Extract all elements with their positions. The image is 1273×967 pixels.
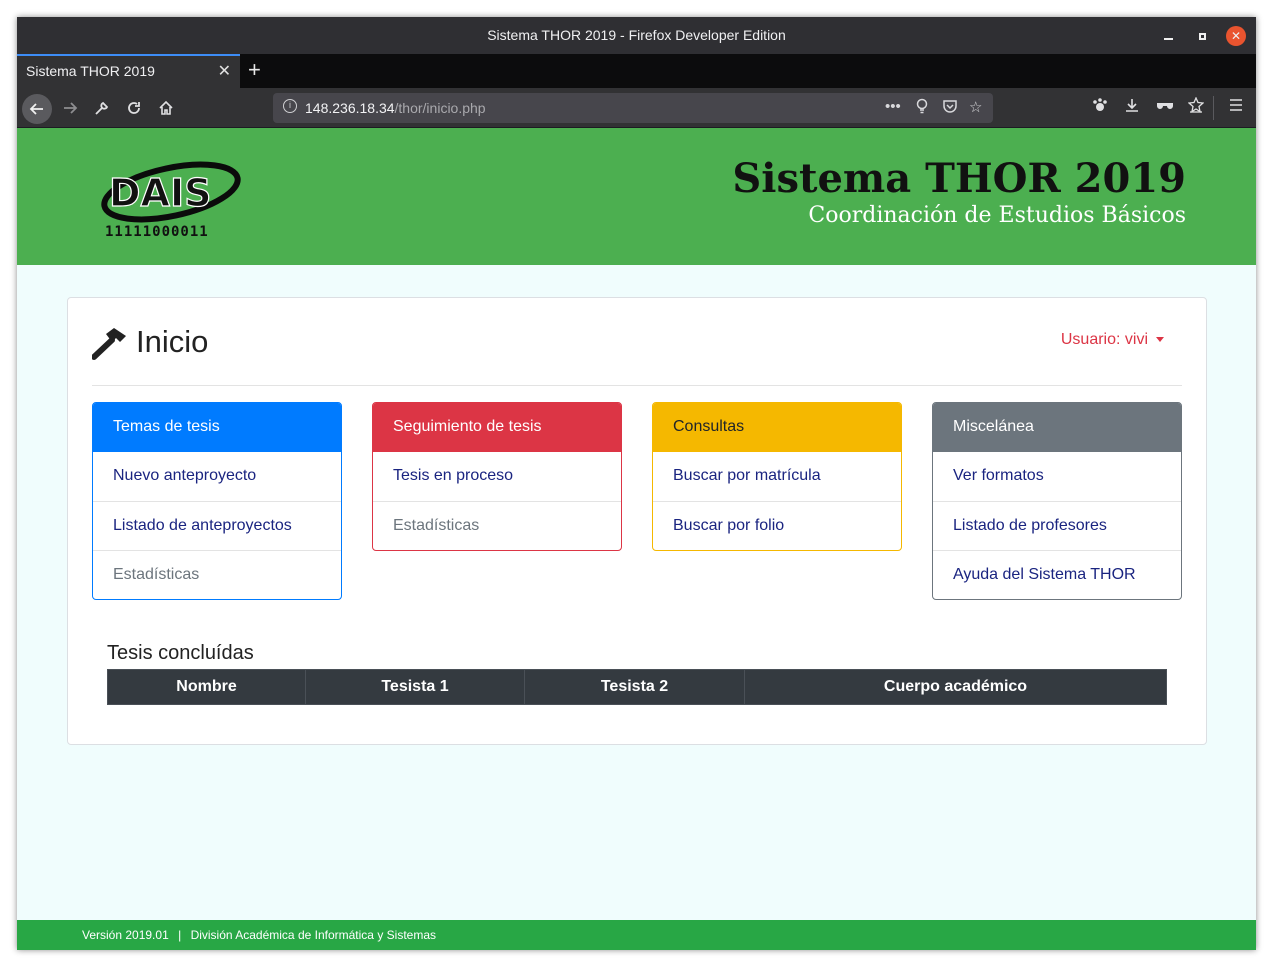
link-tesis-en-proceso[interactable]: Tesis en proceso — [373, 452, 621, 501]
link-estadisticas-temas[interactable]: Estadísticas — [93, 550, 341, 599]
tab-sistema-thor[interactable]: Sistema THOR 2019 ✕ — [17, 54, 240, 88]
header-title-block: Sistema THOR 2019 Coordinación de Estudi… — [732, 156, 1186, 230]
main-card: Inicio Usuario: vivi Temas de tesis Nuev… — [67, 297, 1207, 745]
home-icon — [159, 100, 173, 115]
star-list-icon[interactable] — [1187, 96, 1205, 117]
forward-button[interactable] — [58, 96, 82, 120]
close-window-button[interactable]: ✕ — [1226, 26, 1246, 46]
footer-version: Versión 2019.01 — [82, 928, 169, 942]
tab-label: Sistema THOR 2019 — [26, 63, 155, 79]
page-title: Inicio — [136, 324, 209, 359]
minimize-icon — [1163, 38, 1173, 40]
navigation-toolbar: i 148.236.18.34/thor/inicio.php ••• ☆ — [17, 88, 1256, 128]
window-title: Sistema THOR 2019 - Firefox Developer Ed… — [487, 27, 786, 43]
url-host: 148.236.18.34 — [305, 100, 395, 116]
maximize-icon — [1198, 32, 1206, 40]
site-header: DAIS 11111000011 Sistema THOR 2019 Coord… — [17, 128, 1256, 265]
browser-window: Sistema THOR 2019 - Firefox Developer Ed… — [17, 17, 1256, 950]
maximize-button[interactable] — [1192, 26, 1212, 46]
menu-icon[interactable] — [1228, 97, 1244, 117]
link-listado-de-anteproyectos[interactable]: Listado de anteproyectos — [93, 501, 341, 550]
mask-icon[interactable] — [1156, 97, 1174, 117]
tesis-concluidas-table: Nombre Tesista 1 Tesista 2 Cuerpo académ… — [107, 669, 1167, 705]
panel-temas-de-tesis: Temas de tesis Nuevo anteproyecto Listad… — [92, 402, 342, 600]
panel-header: Temas de tesis — [93, 403, 341, 452]
site-subtitle: Coordinación de Estudios Básicos — [808, 203, 1186, 228]
minimize-button[interactable] — [1158, 26, 1178, 46]
more-dots-icon[interactable]: ••• — [885, 98, 901, 115]
user-dropdown[interactable]: Usuario: vivi — [1061, 331, 1164, 349]
column-header-tesista-2[interactable]: Tesista 2 — [524, 669, 745, 705]
site-footer: Versión 2019.01 | División Académica de … — [17, 920, 1256, 950]
close-tab-icon[interactable]: ✕ — [218, 61, 231, 81]
link-listado-de-profesores[interactable]: Listado de profesores — [933, 501, 1181, 550]
panel-consultas: Consultas Buscar por matrícula Buscar po… — [652, 402, 902, 551]
table-title: Tesis concluídas — [107, 642, 254, 664]
footer-separator: | — [178, 928, 182, 942]
panel-header: Miscelánea — [933, 403, 1181, 452]
tab-strip: Sistema THOR 2019 ✕ + — [17, 54, 1256, 88]
column-header-nombre[interactable]: Nombre — [107, 669, 306, 705]
logo-text: DAIS — [109, 171, 211, 215]
link-buscar-por-matricula[interactable]: Buscar por matrícula — [653, 452, 901, 501]
new-tab-button[interactable]: + — [248, 57, 261, 83]
url-bar[interactable]: i 148.236.18.34/thor/inicio.php ••• ☆ — [273, 93, 993, 123]
back-button[interactable] — [22, 94, 52, 124]
paw-icon[interactable] — [1092, 97, 1108, 117]
reload-icon — [128, 102, 140, 114]
panel-header: Consultas — [653, 403, 901, 452]
arrow-right-icon — [64, 102, 78, 114]
site-info-icon[interactable]: i — [283, 99, 297, 113]
link-estadisticas-seguimiento[interactable]: Estadísticas — [373, 501, 621, 550]
link-nuevo-anteproyecto[interactable]: Nuevo anteproyecto — [93, 452, 341, 501]
lightbulb-icon[interactable] — [915, 98, 929, 118]
panel-miscelanea: Miscelánea Ver formatos Listado de profe… — [932, 402, 1182, 600]
star-icon[interactable]: ☆ — [969, 98, 982, 116]
link-buscar-por-folio[interactable]: Buscar por folio — [653, 501, 901, 550]
table-header-row: Nombre Tesista 1 Tesista 2 Cuerpo académ… — [107, 669, 1167, 705]
toolbar-separator — [1213, 96, 1214, 120]
page-content: DAIS 11111000011 Sistema THOR 2019 Coord… — [17, 128, 1256, 950]
wrench-icon — [95, 101, 109, 115]
home-button[interactable] — [154, 96, 178, 120]
logo-binary: 11111000011 — [105, 224, 209, 240]
hammer-icon — [92, 328, 126, 360]
download-icon[interactable] — [1124, 97, 1140, 117]
column-header-tesista-1[interactable]: Tesista 1 — [305, 669, 525, 705]
link-ver-formatos[interactable]: Ver formatos — [933, 452, 1181, 501]
link-ayuda-sistema-thor[interactable]: Ayuda del Sistema THOR — [933, 550, 1181, 599]
window-titlebar: Sistema THOR 2019 - Firefox Developer Ed… — [17, 17, 1256, 54]
pocket-icon[interactable] — [942, 98, 958, 118]
developer-tools-button[interactable] — [90, 96, 114, 120]
card-header: Inicio Usuario: vivi — [92, 322, 1182, 386]
footer-division: División Académica de Informática y Sist… — [190, 928, 436, 942]
caret-down-icon — [1156, 337, 1164, 343]
url-path: /thor/inicio.php — [394, 100, 486, 116]
url-text[interactable]: 148.236.18.34/thor/inicio.php — [305, 100, 486, 116]
user-label: Usuario: vivi — [1060, 331, 1148, 348]
dais-logo: DAIS 11111000011 — [101, 161, 241, 240]
site-title: Sistema THOR 2019 — [732, 155, 1186, 202]
panel-seguimiento-de-tesis: Seguimiento de tesis Tesis en proceso Es… — [372, 402, 622, 551]
column-header-cuerpo-academico[interactable]: Cuerpo académico — [744, 669, 1167, 705]
arrow-left-icon — [29, 103, 43, 115]
panel-header: Seguimiento de tesis — [373, 403, 621, 452]
reload-button[interactable] — [122, 96, 146, 120]
